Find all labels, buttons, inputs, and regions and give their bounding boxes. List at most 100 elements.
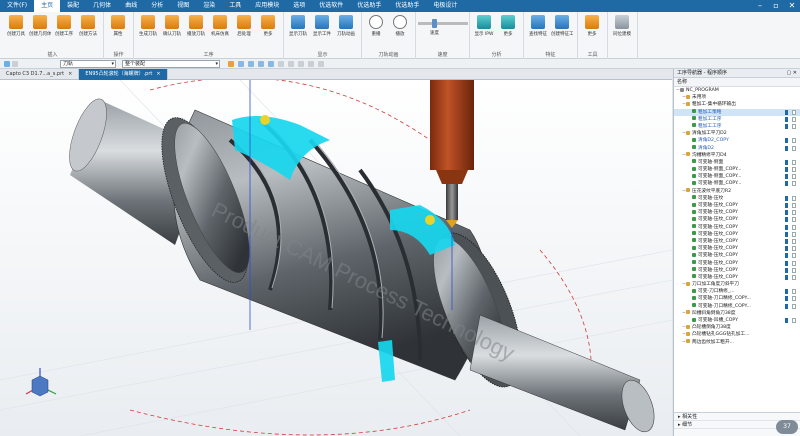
view-icon[interactable] xyxy=(298,61,304,67)
tree-row[interactable]: − 沟槽精修平刀D4 xyxy=(674,152,800,159)
tree-row[interactable]: 可变轴-侧面_COPY... xyxy=(674,166,800,173)
tree-row[interactable]: 清角D2_COPY xyxy=(674,137,800,144)
ribbon-button[interactable]: 重播 xyxy=(365,15,387,37)
ribbon-button[interactable]: 同位建模 xyxy=(611,15,633,37)
select-icon[interactable] xyxy=(238,61,244,67)
tree-row[interactable]: 可变轴-压纹_COPY xyxy=(674,231,800,238)
curve-icon[interactable] xyxy=(268,61,274,67)
ribbon-button[interactable]: 刀轨动画 xyxy=(335,15,357,37)
ribbon-button[interactable]: 播放 xyxy=(389,15,411,37)
tree-row[interactable]: 可变轴-凹槽_COPY xyxy=(674,317,800,324)
notification-counter[interactable]: 37 xyxy=(776,420,798,434)
body-icon[interactable] xyxy=(288,61,294,67)
ribbon-button[interactable]: 确认刀轨 xyxy=(161,15,183,37)
menu-item[interactable]: 应用模块 xyxy=(248,0,286,12)
ribbon-button[interactable]: 生成刀轨 xyxy=(137,15,159,37)
tree-row[interactable]: 可变轴-侧面_COPY... xyxy=(674,173,800,180)
tree-row[interactable]: 粗加工工序 xyxy=(674,116,800,123)
tree-row[interactable]: 清角D2 xyxy=(674,145,800,152)
minimize-icon[interactable]: – xyxy=(752,0,768,12)
close-tab-icon[interactable]: × xyxy=(68,71,72,77)
ribbon-button[interactable]: 更多 xyxy=(257,15,279,37)
menu-item[interactable]: 优选软件 xyxy=(312,0,350,12)
menu-item[interactable]: 装配 xyxy=(60,0,86,12)
tree-row[interactable]: 可变轴-侧面 xyxy=(674,159,800,166)
tree-row[interactable]: 可变轴-压纹_COPY xyxy=(674,224,800,231)
ribbon-button[interactable]: 后处理 xyxy=(233,15,255,37)
undo-icon[interactable] xyxy=(12,61,18,67)
menu-item[interactable]: 文件(F) xyxy=(0,0,34,12)
tree-row[interactable]: − 凸轮槽钻孔GGG钻孔加工... xyxy=(674,331,800,338)
menu-item[interactable]: 选项 xyxy=(286,0,312,12)
column-header-name[interactable]: 名称 xyxy=(674,78,800,87)
ribbon-button[interactable]: 创建工序 xyxy=(53,15,75,37)
menu-item[interactable]: 优选助手 xyxy=(350,0,388,12)
snap-icon[interactable] xyxy=(228,61,234,67)
menu-icon[interactable] xyxy=(4,61,10,67)
tree-row[interactable]: 可变轴-压纹_COPY xyxy=(674,267,800,274)
document-tab[interactable]: EN95凸轮滚轮（海螺牌）.prt × xyxy=(79,69,168,80)
filter-icon[interactable] xyxy=(248,61,254,67)
ribbon-button[interactable]: 显示刀轨 xyxy=(287,15,309,37)
navigator-tools[interactable]: ▢ ✕ xyxy=(786,69,797,78)
tree-row[interactable]: 可变轴-压纹_COPY xyxy=(674,252,800,259)
close-icon[interactable]: ✕ xyxy=(784,0,800,12)
ribbon-button[interactable]: 查找特征 xyxy=(527,15,549,37)
tree-row[interactable]: − 清角加工平刀D2 xyxy=(674,130,800,137)
type-filter-select[interactable]: 刀轨 xyxy=(60,60,116,68)
close-tab-icon[interactable]: × xyxy=(156,71,160,77)
tree-row[interactable]: 可变轴-压纹_COPY xyxy=(674,238,800,245)
menu-item[interactable]: 几何体 xyxy=(86,0,118,12)
tree-row[interactable]: 可变轴-压纹 xyxy=(674,195,800,202)
tree-row[interactable]: − 刀口加工角度刀斜平刀 xyxy=(674,281,800,288)
model-canvas[interactable]: Product CAM Process Technology xyxy=(0,80,672,436)
tree-row[interactable]: − NC_PROGRAM xyxy=(674,87,800,94)
tree-row[interactable]: − 凹槽斜角倒角刀38度 xyxy=(674,310,800,317)
ribbon-button[interactable]: 更多 xyxy=(497,15,519,37)
menu-item[interactable]: 视图 xyxy=(170,0,196,12)
menu-item[interactable]: 渲染 xyxy=(196,0,222,12)
selection-scope-select[interactable]: 整个装配 xyxy=(122,60,220,68)
ribbon-button[interactable]: 显示 IPW xyxy=(473,15,495,37)
graphics-viewport[interactable]: Product CAM Process Technology xyxy=(0,80,672,436)
layer-icon[interactable] xyxy=(308,61,314,67)
point-icon[interactable] xyxy=(258,61,264,67)
tree-row[interactable]: − 两边齿纹加工粗开... xyxy=(674,339,800,346)
tree-row[interactable]: 可变轴-刀口精修_COPY... xyxy=(674,295,800,302)
tree-row[interactable]: 粗加工工序 xyxy=(674,123,800,130)
tree-row[interactable]: − 未用项 xyxy=(674,94,800,101)
tree-row[interactable]: − 凸轮槽倒角刀38度 xyxy=(674,324,800,331)
tree-row[interactable]: 可变轴-侧面_COPY... xyxy=(674,180,800,187)
ribbon-button[interactable]: 更多 xyxy=(581,15,603,37)
tree-row[interactable]: 可变轴-压纹_COPY xyxy=(674,209,800,216)
tree-row[interactable]: − 粗加工-集中循环输出 xyxy=(674,101,800,108)
menu-item[interactable]: 主页 xyxy=(34,0,61,12)
face-icon[interactable] xyxy=(278,61,284,67)
tree-row[interactable]: − 压花波纹平底刀R2 xyxy=(674,188,800,195)
document-tab[interactable]: Capto C3 D1.7...a_s.prt × xyxy=(0,69,80,80)
tree-row[interactable]: 可变-刀口精修_... xyxy=(674,288,800,295)
ribbon-button[interactable]: 创建几何体 xyxy=(29,15,51,37)
maximize-icon[interactable]: ▫ xyxy=(768,0,784,12)
ribbon-button[interactable]: 播放刀轨 xyxy=(185,15,207,37)
menu-item[interactable]: 工具 xyxy=(222,0,248,12)
speed-slider-knob[interactable] xyxy=(432,19,437,28)
menu-item[interactable]: 曲线 xyxy=(118,0,144,12)
measure-icon[interactable] xyxy=(318,61,324,67)
ribbon-button[interactable]: 属性 xyxy=(107,15,129,37)
ribbon-button[interactable]: 创建特征工艺 xyxy=(551,15,573,37)
tree-row[interactable]: 可变轴-刀口精修_COPY... xyxy=(674,303,800,310)
ribbon-button[interactable]: 显示工件 xyxy=(311,15,333,37)
menu-item[interactable]: 电极设计 xyxy=(426,0,464,12)
ribbon-button[interactable]: 创建刀具 xyxy=(5,15,27,37)
tree-row[interactable]: 可变轴-压纹_COPY xyxy=(674,260,800,267)
ribbon-button[interactable]: 创建方法 xyxy=(77,15,99,37)
tree-row[interactable]: 可变轴-压纹_COPY xyxy=(674,274,800,281)
tree-row[interactable]: 可变轴-压纹_COPY xyxy=(674,216,800,223)
ribbon-button[interactable]: 机床仿真 xyxy=(209,15,231,37)
menu-item[interactable]: 优选助手 xyxy=(388,0,426,12)
operation-tree[interactable]: − NC_PROGRAM − 未用项 − 粗加工-集中循环输出 粗加工策略 粗加工工序 粗加工工… xyxy=(674,87,800,409)
tree-row[interactable]: 粗加工策略 xyxy=(674,108,800,116)
tree-row[interactable]: 可变轴-压纹_COPY xyxy=(674,245,800,252)
speed-slider[interactable] xyxy=(418,19,468,28)
